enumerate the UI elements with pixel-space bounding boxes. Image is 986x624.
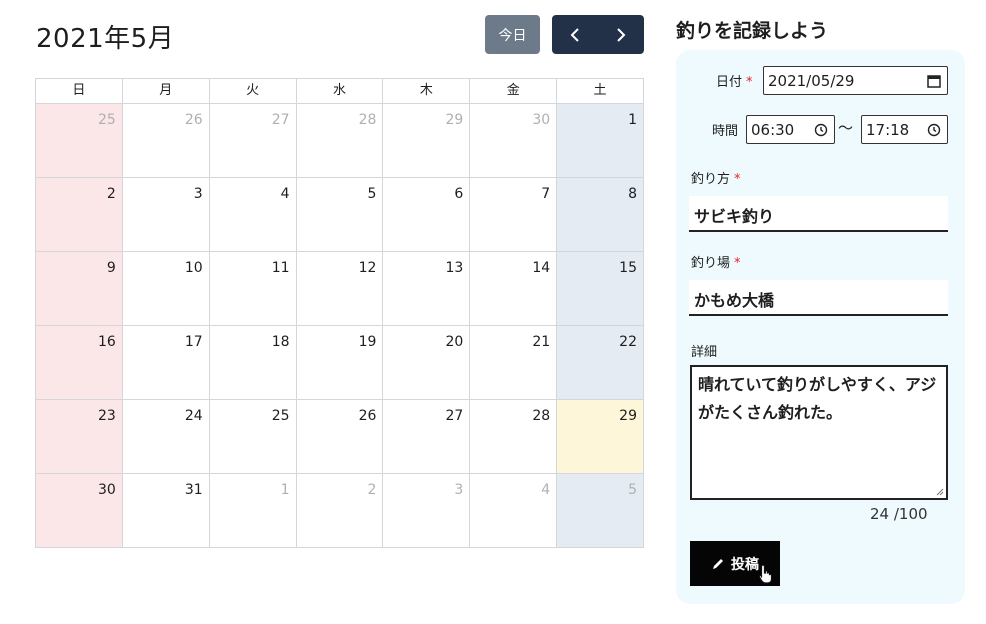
time-label: 時間 xyxy=(712,124,739,139)
calendar-grid: 日月火水木金土 25 26 27 28 29 30 1 2 3 4 5 6 7 8 9 10 11 12 13 14 1… xyxy=(35,78,644,548)
time-start-input[interactable]: 06:30 xyxy=(746,115,835,144)
calendar-day[interactable]: 13 xyxy=(383,252,471,326)
calendar-day[interactable]: 10 xyxy=(122,252,210,326)
time-start-value: 06:30 xyxy=(751,120,795,139)
time-separator: 〜 xyxy=(838,119,854,137)
chevron-left-icon xyxy=(570,27,579,42)
calendar-day[interactable]: 1 xyxy=(209,474,297,548)
method-input[interactable]: サビキ釣り xyxy=(689,196,948,232)
calendar-day[interactable]: 18 xyxy=(209,326,297,400)
weekday-label: 土 xyxy=(557,79,644,104)
calendar-day[interactable]: 12 xyxy=(296,252,384,326)
weekday-label: 水 xyxy=(296,79,384,104)
place-label: 釣り場 * xyxy=(691,256,741,271)
calendar-day[interactable]: 2 xyxy=(36,178,123,252)
chevron-right-icon xyxy=(617,27,626,42)
required-mark: * xyxy=(746,75,753,90)
weekday-label: 日 xyxy=(36,79,123,104)
weekday-label: 月 xyxy=(122,79,210,104)
calendar-day[interactable]: 11 xyxy=(209,252,297,326)
today-button[interactable]: 今日 xyxy=(485,15,540,54)
resize-handle-icon[interactable] xyxy=(936,488,944,496)
calendar-day-selected[interactable]: 29 xyxy=(557,400,644,474)
weekday-label: 金 xyxy=(470,79,558,104)
calendar-day[interactable]: 2 xyxy=(296,474,384,548)
calendar-day[interactable]: 20 xyxy=(383,326,471,400)
calendar-day[interactable]: 19 xyxy=(296,326,384,400)
calendar-title: 2021年5月 xyxy=(36,24,175,54)
required-mark: * xyxy=(734,172,741,187)
detail-label: 詳細 xyxy=(691,345,718,360)
calendar-day[interactable]: 4 xyxy=(470,474,558,548)
char-counter: 24 /100 xyxy=(870,505,928,523)
calendar-day[interactable]: 16 xyxy=(36,326,123,400)
calendar-day[interactable]: 30 xyxy=(36,474,123,548)
calendar-day[interactable]: 15 xyxy=(557,252,644,326)
calendar-day[interactable]: 8 xyxy=(557,178,644,252)
calendar-day[interactable]: 30 xyxy=(470,104,558,178)
calendar-day[interactable]: 7 xyxy=(470,178,558,252)
place-input[interactable]: かもめ大橋 xyxy=(689,280,948,316)
detail-text: 晴れていて釣りがしやすく、アジがたくさん釣れた。 xyxy=(698,375,937,422)
weekday-label: 火 xyxy=(209,79,297,104)
time-end-value: 17:18 xyxy=(866,120,910,139)
calendar-day[interactable]: 6 xyxy=(383,178,471,252)
calendar-day[interactable]: 26 xyxy=(122,104,210,178)
calendar-day[interactable]: 27 xyxy=(383,400,471,474)
prev-month-button[interactable] xyxy=(552,15,598,54)
date-label: 日付 * xyxy=(716,75,753,90)
calendar-day[interactable]: 31 xyxy=(122,474,210,548)
calendar-day[interactable]: 22 xyxy=(557,326,644,400)
weekday-label: 木 xyxy=(383,79,471,104)
calendar-day[interactable]: 25 xyxy=(209,400,297,474)
calendar-day[interactable]: 9 xyxy=(36,252,123,326)
detail-textarea[interactable]: 晴れていて釣りがしやすく、アジがたくさん釣れた。 xyxy=(690,365,948,500)
time-end-input[interactable]: 17:18 xyxy=(861,115,948,144)
clock-icon[interactable] xyxy=(927,123,941,137)
calendar-day[interactable]: 5 xyxy=(296,178,384,252)
calendar-day[interactable]: 28 xyxy=(296,104,384,178)
calendar-day[interactable]: 21 xyxy=(470,326,558,400)
calendar-day[interactable]: 27 xyxy=(209,104,297,178)
calendar-day[interactable]: 4 xyxy=(209,178,297,252)
calendar-day[interactable]: 17 xyxy=(122,326,210,400)
calendar-day[interactable]: 3 xyxy=(383,474,471,548)
calendar-icon[interactable] xyxy=(927,74,941,88)
date-input[interactable]: 2021/05/29 xyxy=(763,66,948,95)
form-heading: 釣りを記録しよう xyxy=(676,20,829,42)
calendar-day[interactable]: 25 xyxy=(36,104,123,178)
calendar-day[interactable]: 14 xyxy=(470,252,558,326)
submit-label: 投稿 xyxy=(731,556,759,573)
calendar-body: 25 26 27 28 29 30 1 2 3 4 5 6 7 8 9 10 11 12 13 14 15 16 17 18 1… xyxy=(36,104,644,548)
weekday-header: 日月火水木金土 xyxy=(36,79,644,104)
date-value: 2021/05/29 xyxy=(768,71,855,90)
hand-pointer-icon xyxy=(758,564,773,584)
calendar-day[interactable]: 5 xyxy=(557,474,644,548)
calendar-day[interactable]: 1 xyxy=(557,104,644,178)
clock-icon[interactable] xyxy=(814,123,828,137)
calendar-day[interactable]: 29 xyxy=(383,104,471,178)
calendar-day[interactable]: 26 xyxy=(296,400,384,474)
pencil-icon xyxy=(713,558,723,569)
calendar-day[interactable]: 23 xyxy=(36,400,123,474)
calendar-day[interactable]: 24 xyxy=(122,400,210,474)
required-mark: * xyxy=(734,256,741,271)
next-month-button[interactable] xyxy=(598,15,644,54)
method-label: 釣り方 * xyxy=(691,172,741,187)
calendar-day[interactable]: 3 xyxy=(122,178,210,252)
month-nav xyxy=(552,15,644,54)
calendar-day[interactable]: 28 xyxy=(470,400,558,474)
